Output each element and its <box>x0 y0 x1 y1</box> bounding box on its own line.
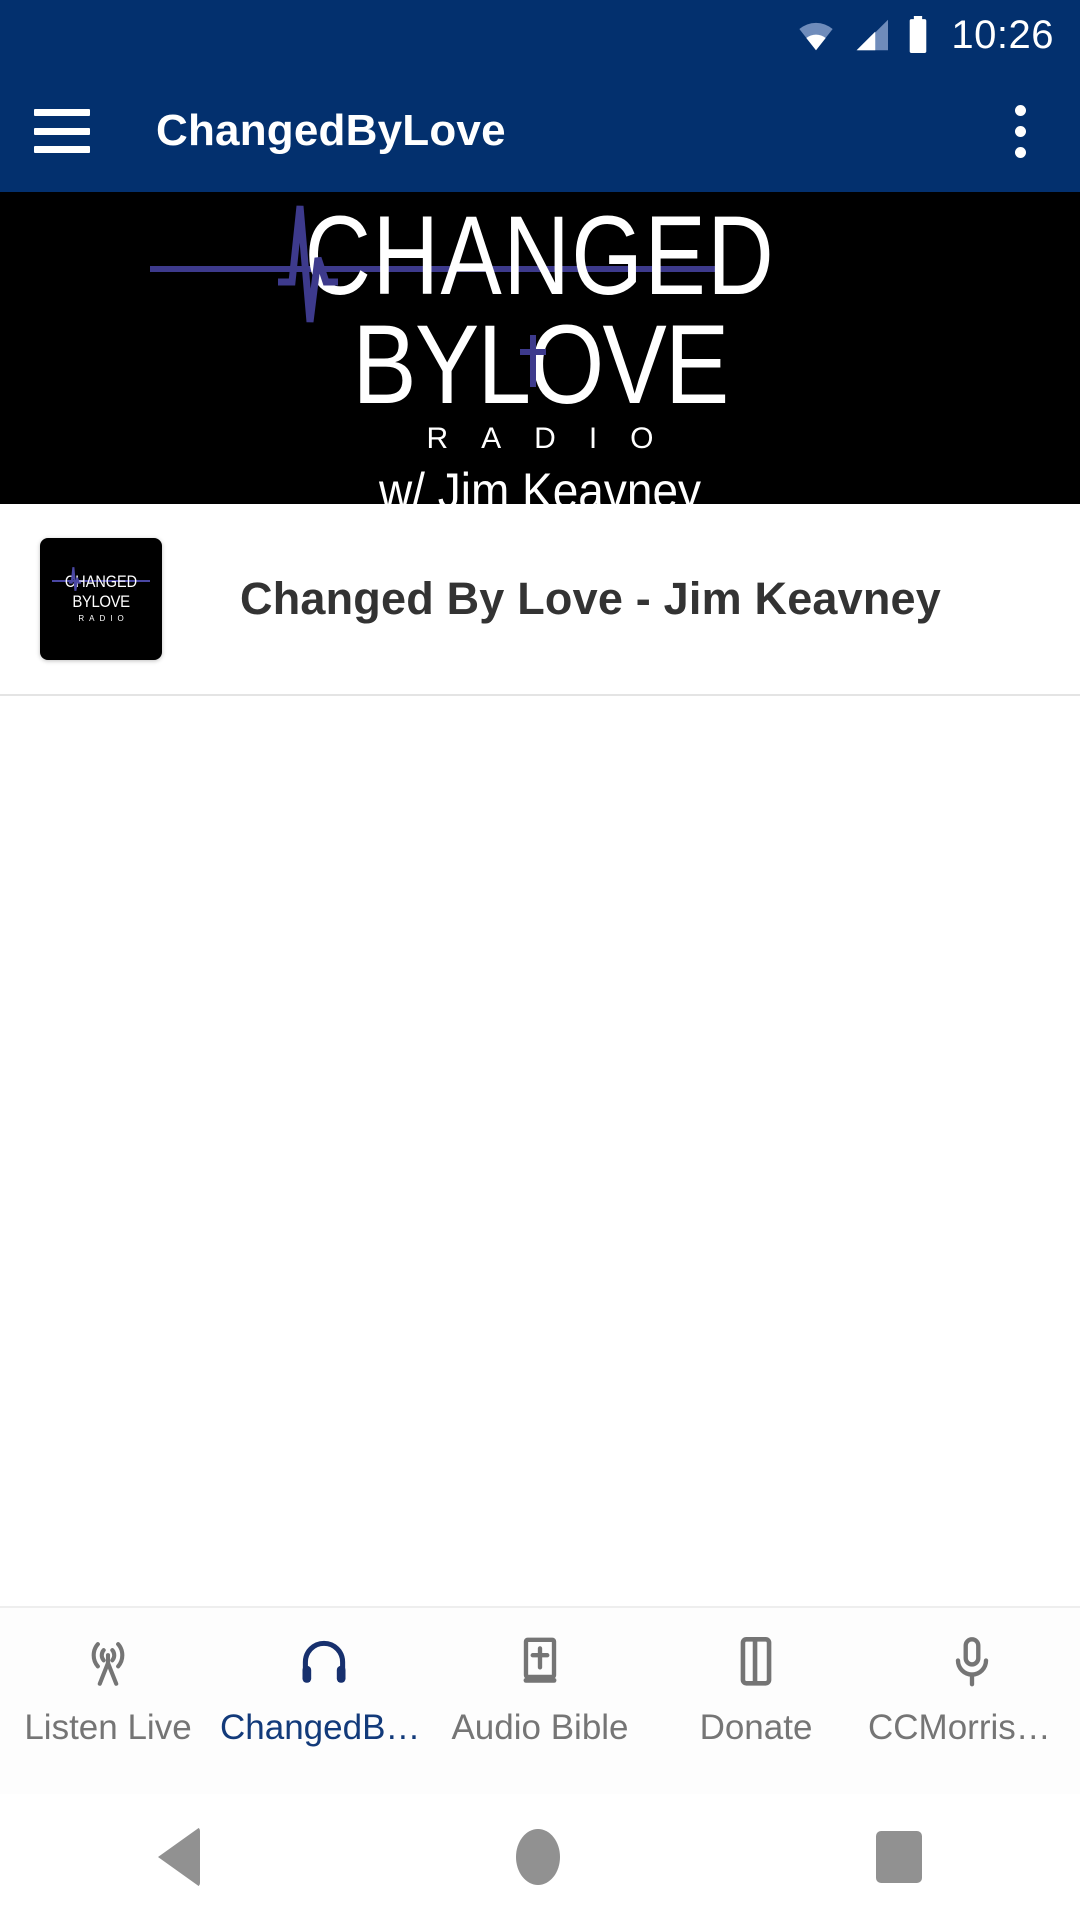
thumb-heartbeat-icon <box>68 567 82 591</box>
now-playing-title: Changed By Love - Jim Keavney <box>240 573 942 624</box>
status-bar-clock: 10:26 <box>951 12 1054 57</box>
book-outline-icon <box>727 1630 785 1694</box>
tab-donate[interactable]: Donate <box>648 1630 864 1748</box>
bottom-tab-bar: Listen Live ChangedBy… Audio Bible Donat… <box>0 1606 1080 1794</box>
station-logo: CHANGED BYLOVE RADIO w/ Jim Keavney <box>0 192 1080 504</box>
thumb-line-bylove: BYLOVE <box>72 592 130 611</box>
station-thumbnail: CHANGED BYLOVE RADIO <box>40 538 162 660</box>
tab-ccmorrishills[interactable]: CCMorrisHi… <box>864 1630 1080 1748</box>
cross-icon <box>520 335 546 387</box>
hamburger-menu-icon[interactable] <box>34 109 90 153</box>
tab-changedbylove[interactable]: ChangedBy… <box>216 1630 432 1748</box>
cellular-signal-icon <box>851 18 891 52</box>
microphone-icon <box>943 1630 1001 1694</box>
tab-label: Audio Bible <box>451 1708 629 1747</box>
wifi-icon <box>795 18 837 52</box>
tab-label: CCMorrisHi… <box>868 1708 1080 1747</box>
app-bar: ChangedByLove <box>0 70 1080 192</box>
bible-book-icon <box>511 1630 569 1694</box>
home-circle-icon[interactable] <box>516 1829 560 1885</box>
station-banner: CHANGED BYLOVE RADIO w/ Jim Keavney <box>0 192 1080 504</box>
broadcast-tower-icon <box>79 1630 137 1694</box>
logo-subtitle: w/ Jim Keavney <box>378 463 702 504</box>
headphones-icon <box>295 1630 353 1694</box>
tab-label: Listen Live <box>24 1708 192 1747</box>
tab-audio-bible[interactable]: Audio Bible <box>432 1630 648 1748</box>
android-navigation-bar <box>0 1794 1080 1920</box>
page-title: ChangedByLove <box>156 106 506 155</box>
app-screen: 10:26 ChangedByLove CHANGED BYLOVE RADIO… <box>0 0 1080 1920</box>
now-playing-row[interactable]: CHANGED BYLOVE RADIO Changed By Love - J… <box>0 504 1080 696</box>
battery-icon <box>905 16 931 54</box>
recents-square-icon[interactable] <box>876 1831 922 1883</box>
thumb-line-radio: RADIO <box>78 614 129 623</box>
tab-listen-live[interactable]: Listen Live <box>0 1630 216 1748</box>
back-triangle-icon[interactable] <box>158 1827 200 1887</box>
status-bar: 10:26 <box>0 0 1080 70</box>
logo-line-changed: CHANGED <box>304 193 776 318</box>
content-area <box>0 696 1080 1606</box>
tab-label: Donate <box>699 1708 813 1747</box>
tab-label: ChangedBy… <box>220 1708 432 1747</box>
logo-line-radio: RADIO <box>426 422 687 455</box>
more-vertical-icon[interactable] <box>1012 104 1028 158</box>
